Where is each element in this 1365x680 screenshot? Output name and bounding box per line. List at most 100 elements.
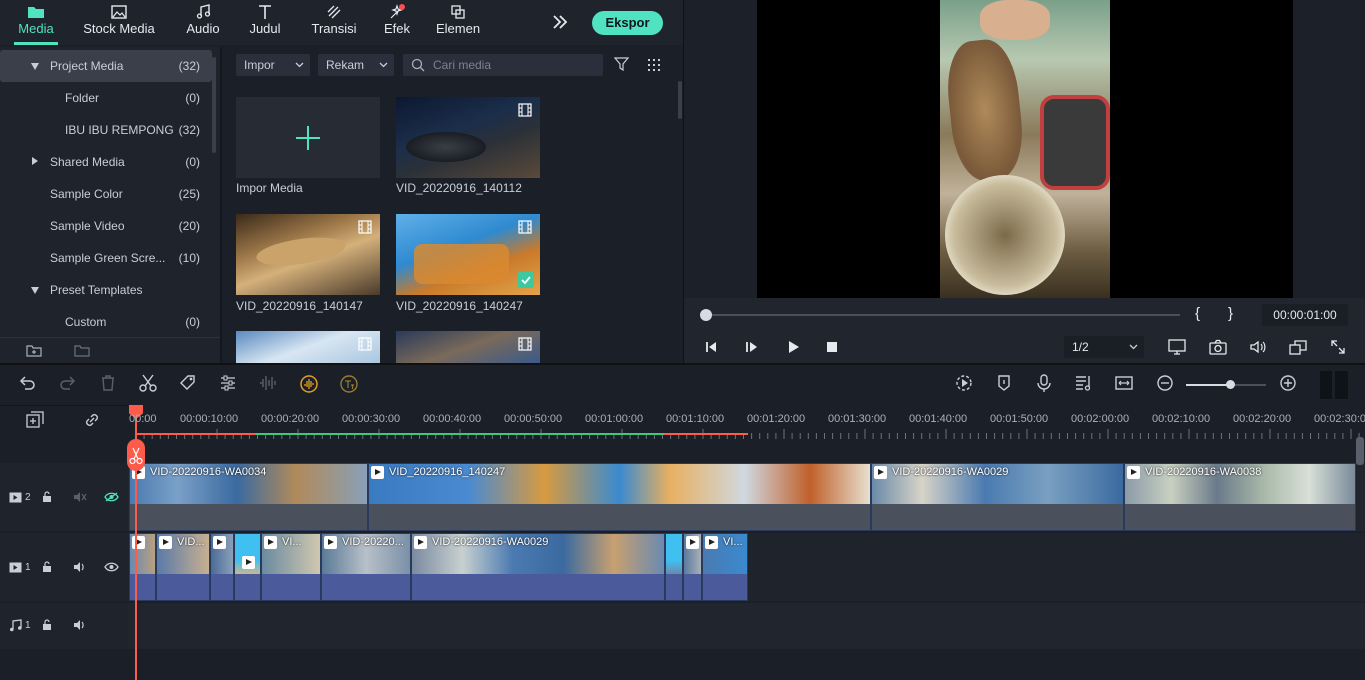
audio-waveform-icon[interactable]	[258, 373, 282, 397]
tree-item-shared-media[interactable]: Shared Media (0)	[0, 146, 212, 178]
tree-item-sample-green-screen[interactable]: Sample Green Scre... (10)	[0, 242, 212, 274]
scrubber-handle[interactable]	[700, 309, 712, 321]
export-button[interactable]: Ekspor	[592, 11, 663, 35]
text-to-speech-icon[interactable]	[338, 373, 362, 397]
adjust-sliders-icon[interactable]	[218, 373, 242, 397]
playhead-split-handle[interactable]	[127, 439, 145, 471]
marker-icon[interactable]	[994, 373, 1018, 397]
tab-media[interactable]: Media	[14, 0, 58, 45]
fullscreen-icon[interactable]	[1330, 339, 1346, 358]
video-film-icon	[518, 103, 532, 117]
mark-out-button[interactable]: }	[1228, 305, 1233, 322]
timeline-clip[interactable]	[234, 533, 261, 601]
filter-icon[interactable]	[613, 57, 630, 75]
tag-icon[interactable]	[178, 373, 202, 397]
media-thumbnail[interactable]	[396, 97, 540, 178]
tree-item-ibu-ibu-rempong[interactable]: IBU IBU REMPONG (32)	[0, 114, 212, 146]
mute-icon[interactable]	[73, 491, 87, 503]
play-icon[interactable]	[786, 340, 800, 357]
folder-icon[interactable]	[74, 344, 90, 361]
lock-icon[interactable]	[42, 561, 52, 573]
timeline-clip[interactable]	[683, 533, 702, 601]
delete-icon[interactable]	[98, 373, 122, 397]
eye-icon[interactable]	[104, 492, 119, 502]
stop-icon[interactable]	[826, 341, 838, 356]
timeline-clip[interactable]: VI...	[261, 533, 321, 601]
timecode-display[interactable]: 00:00:01:00	[1262, 304, 1348, 326]
split-scissors-icon[interactable]	[138, 373, 162, 397]
frame-content	[945, 175, 1065, 295]
timeline-clip[interactable]: VID-20220916-WA0029	[871, 463, 1124, 531]
tree-item-sample-color[interactable]: Sample Color (25)	[0, 178, 212, 210]
timeline-clip[interactable]: VID-20220916-WA0034	[129, 463, 368, 531]
grid-view-icon[interactable]	[647, 58, 661, 75]
media-thumbnail[interactable]	[396, 214, 540, 295]
tree-item-project-media[interactable]: Project Media (32)	[0, 50, 212, 82]
tree-scrollbar[interactable]	[212, 57, 216, 153]
add-track-icon[interactable]	[26, 411, 44, 432]
timeline-clip[interactable]: VI...	[702, 533, 748, 601]
media-scrollbar[interactable]	[678, 81, 682, 119]
speaker-icon[interactable]	[73, 561, 87, 573]
audio-mixer-icon[interactable]	[1074, 373, 1098, 397]
step-back-icon[interactable]	[704, 340, 718, 357]
timeline-clip[interactable]: VID_20220916_140247	[368, 463, 871, 531]
new-folder-icon[interactable]	[26, 344, 42, 361]
layout-toggle-icon[interactable]	[1320, 371, 1348, 399]
media-thumbnail[interactable]	[236, 331, 380, 363]
tab-efek[interactable]: Efek	[380, 0, 414, 45]
auto-beat-icon[interactable]	[298, 373, 322, 397]
track-lane-audio-1[interactable]	[128, 603, 1365, 649]
redo-icon[interactable]	[58, 373, 82, 397]
undo-icon[interactable]	[17, 373, 41, 397]
tree-item-sample-video[interactable]: Sample Video (20)	[0, 210, 212, 242]
step-forward-icon[interactable]	[745, 340, 759, 357]
timeline-clip[interactable]	[210, 533, 234, 601]
zoom-slider-handle[interactable]	[1226, 380, 1235, 389]
preview-viewport[interactable]	[757, 0, 1293, 298]
fit-timeline-icon[interactable]	[1114, 373, 1138, 397]
search-icon	[411, 58, 425, 72]
import-media-tile[interactable]	[236, 97, 380, 178]
render-preview-icon[interactable]	[954, 373, 978, 397]
tab-transisi[interactable]: Transisi	[310, 0, 358, 45]
microphone-icon[interactable]	[1034, 373, 1058, 397]
preview-scrubber[interactable]	[706, 314, 1180, 316]
import-dropdown[interactable]: Impor	[236, 54, 310, 76]
timeline-clip[interactable]: VID-20220916-WA0029	[411, 533, 665, 601]
link-icon[interactable]	[83, 411, 101, 432]
tab-audio[interactable]: Audio	[183, 0, 223, 45]
zoom-in-icon[interactable]	[1278, 373, 1302, 397]
playback-quality-select[interactable]: 1/2	[1064, 336, 1144, 358]
display-settings-icon[interactable]	[1168, 339, 1186, 358]
tree-item-folder[interactable]: Folder (0)	[0, 82, 212, 114]
tab-elemen[interactable]: Elemen	[436, 0, 480, 45]
timeline-clip[interactable]: VID...	[156, 533, 210, 601]
expand-arrow-icon[interactable]	[32, 157, 38, 165]
timeline-vertical-scrollbar[interactable]	[1356, 437, 1364, 465]
mark-in-button[interactable]: {	[1195, 305, 1200, 322]
tab-judul[interactable]: Judul	[247, 0, 283, 45]
media-thumbnail[interactable]	[396, 331, 540, 363]
timeline-clip[interactable]: VID-20220...	[321, 533, 411, 601]
media-thumbnail[interactable]	[236, 214, 380, 295]
zoom-out-icon[interactable]	[1155, 373, 1179, 397]
eye-icon[interactable]	[104, 562, 119, 572]
volume-icon[interactable]	[1249, 339, 1267, 358]
tab-stock-media[interactable]: Stock Media	[82, 0, 156, 45]
aspect-ratio-icon[interactable]	[1289, 339, 1307, 358]
collapse-arrow-icon[interactable]	[31, 63, 39, 70]
more-tabs-icon[interactable]	[551, 13, 569, 34]
snapshot-camera-icon[interactable]	[1209, 339, 1227, 358]
lock-icon[interactable]	[42, 619, 52, 631]
timeline-clip[interactable]: VID-20220916-WA0038	[1124, 463, 1356, 531]
tree-item-preset-templates[interactable]: Preset Templates	[0, 274, 212, 306]
search-input[interactable]: Cari media	[403, 54, 603, 76]
tree-item-custom[interactable]: Custom (0)	[0, 306, 212, 338]
speaker-icon[interactable]	[73, 619, 87, 631]
lock-icon[interactable]	[42, 491, 52, 503]
record-dropdown[interactable]: Rekam	[318, 54, 394, 76]
collapse-arrow-icon[interactable]	[31, 287, 39, 294]
timeline-clip[interactable]	[665, 533, 683, 601]
timeline-clip[interactable]	[129, 533, 156, 601]
